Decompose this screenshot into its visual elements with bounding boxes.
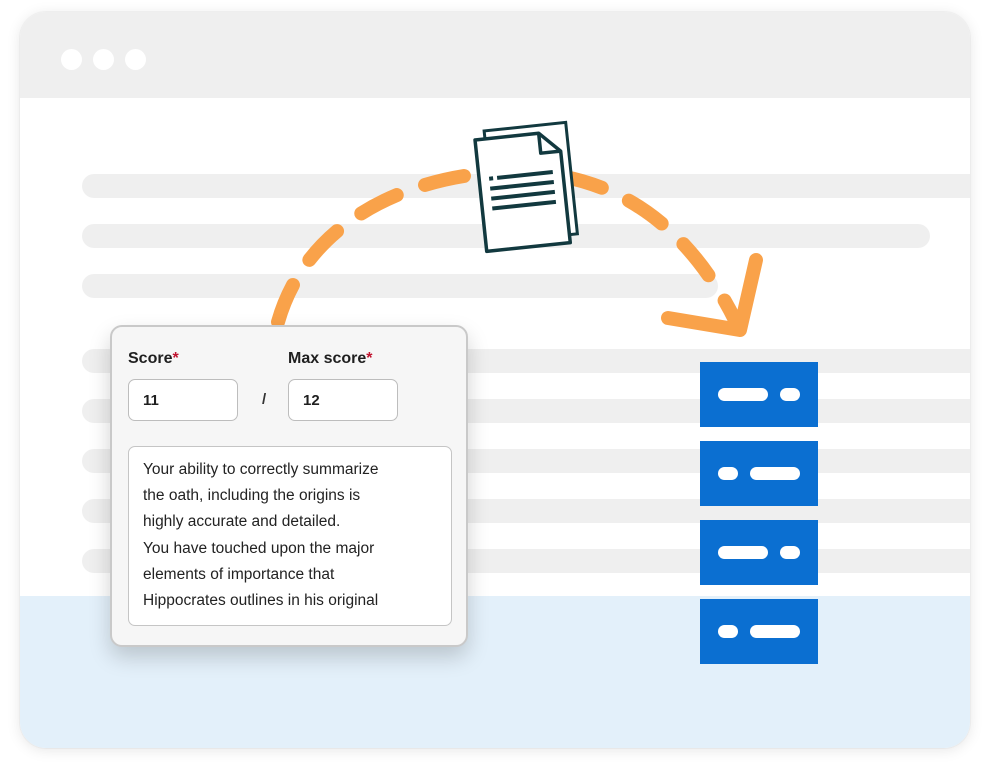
required-marker: * [172, 350, 179, 367]
server-block [700, 441, 818, 506]
server-indicator [780, 546, 800, 559]
server-indicator [718, 625, 738, 638]
server-indicator [718, 388, 768, 401]
required-marker: * [366, 350, 373, 367]
max-score-label-text: Max score [288, 350, 367, 367]
grading-panel: Score* Max score* 11 / 12 Your ability t… [110, 325, 468, 647]
server-indicator [750, 625, 800, 638]
window-control-dot[interactable] [125, 49, 146, 70]
score-input[interactable]: 11 [128, 379, 238, 421]
max-score-label: Max score* [288, 350, 373, 368]
feedback-textarea[interactable]: Your ability to correctly summarize the … [128, 446, 452, 626]
max-score-input[interactable]: 12 [288, 379, 398, 421]
server-indicator [718, 467, 738, 480]
server-block [700, 362, 818, 427]
placeholder-line [82, 274, 718, 298]
window-control-dot[interactable] [61, 49, 82, 70]
server-block [700, 520, 818, 585]
document-icon [473, 120, 580, 254]
window-control-dot[interactable] [93, 49, 114, 70]
server-indicator [780, 388, 800, 401]
score-label: Score* [128, 350, 179, 368]
server-block [700, 599, 818, 664]
server-indicator [750, 467, 800, 480]
title-bar [20, 12, 970, 98]
server-indicator [718, 546, 768, 559]
score-label-text: Score [128, 350, 173, 367]
score-separator: / [262, 391, 267, 408]
